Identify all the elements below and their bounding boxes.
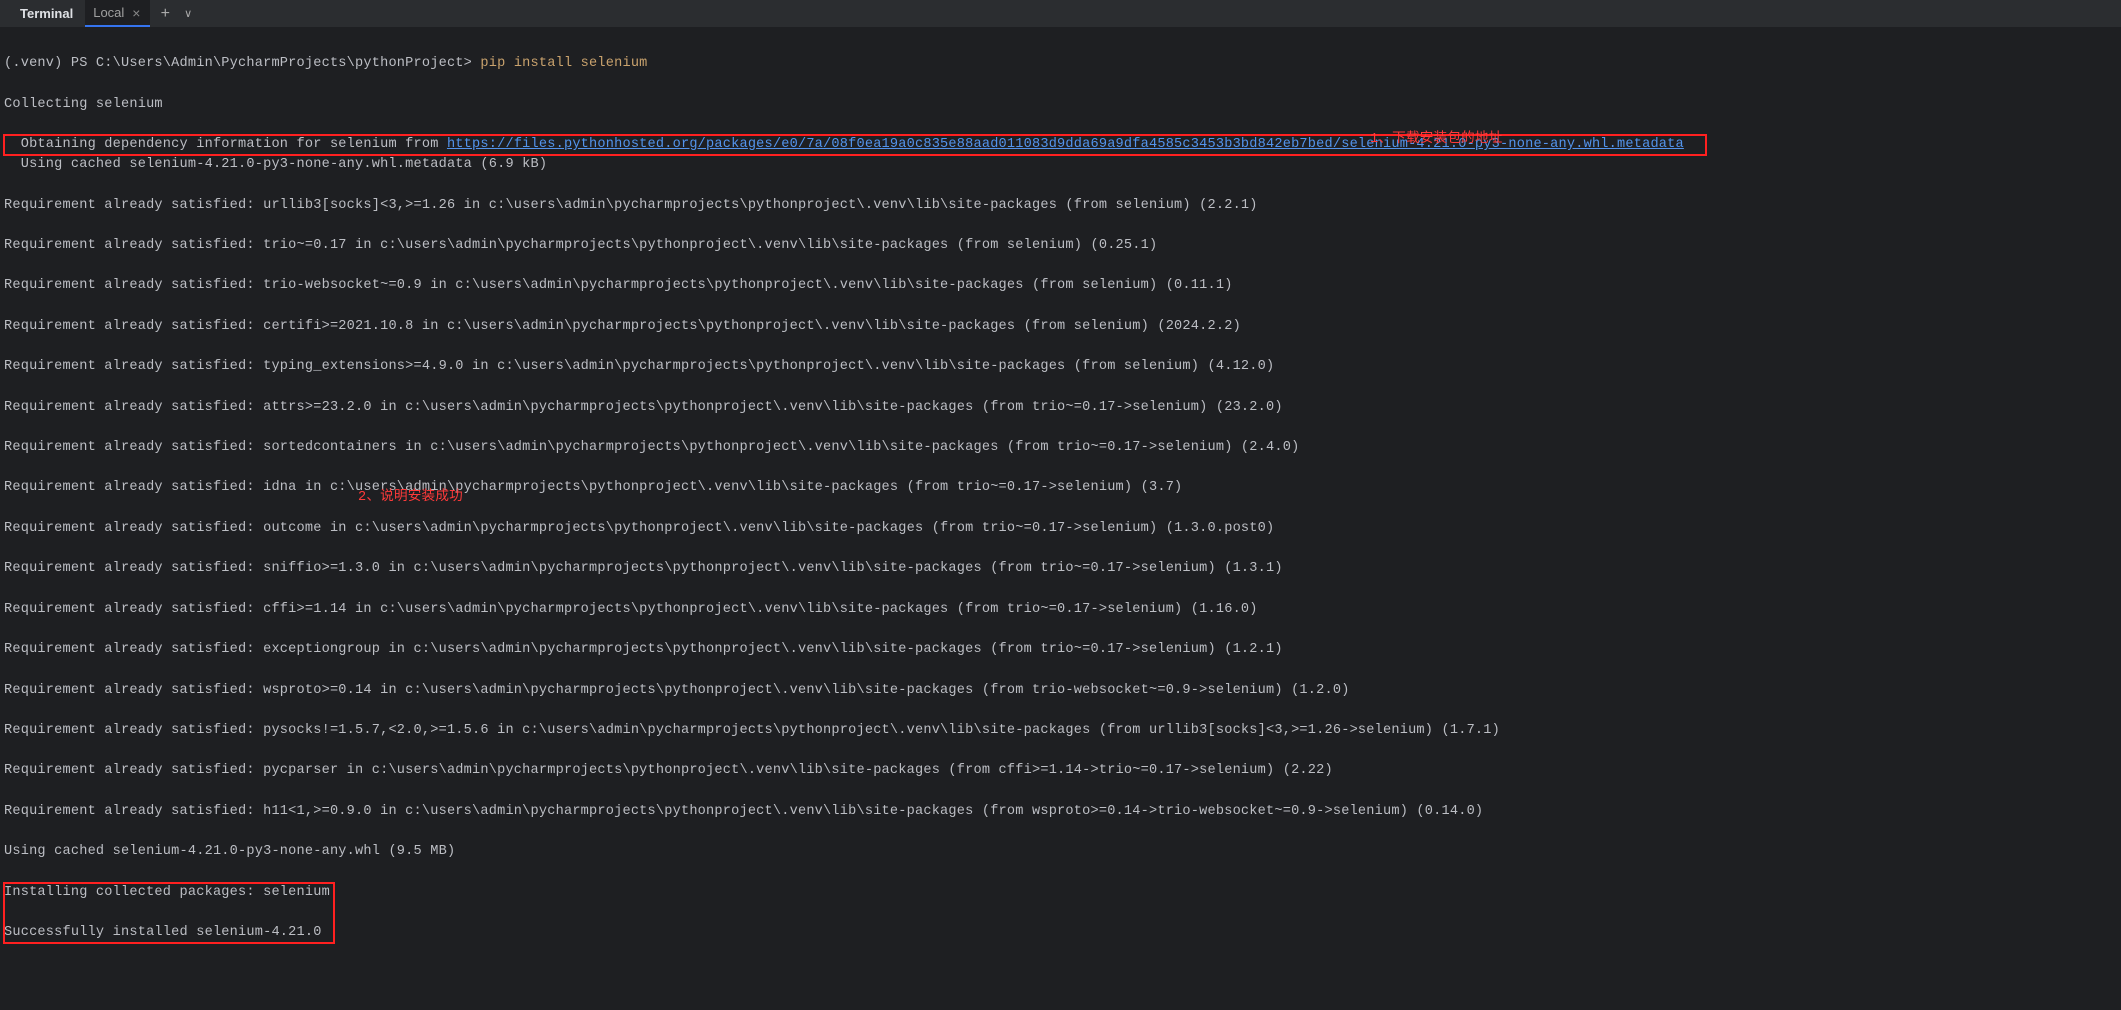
obtaining-prefix: Obtaining dependency information for sel…: [4, 137, 447, 152]
close-icon[interactable]: ×: [130, 5, 142, 21]
out-req-2: Requirement already satisfied: trio-webs…: [4, 276, 2117, 296]
out-req-12: Requirement already satisfied: wsproto>=…: [4, 681, 2117, 701]
out-req-1: Requirement already satisfied: trio~=0.1…: [4, 236, 2117, 256]
out-req-6: Requirement already satisfied: sortedcon…: [4, 438, 2117, 458]
out-collecting: Collecting selenium: [4, 95, 2117, 115]
command-text: pip install selenium: [480, 56, 647, 71]
out-cached-meta: Using cached selenium-4.21.0-py3-none-an…: [4, 155, 2117, 175]
out-req-3: Requirement already satisfied: certifi>=…: [4, 317, 2117, 337]
out-cached-whl: Using cached selenium-4.21.0-py3-none-an…: [4, 842, 2117, 862]
out-req-8: Requirement already satisfied: outcome i…: [4, 519, 2117, 539]
panel-title: Terminal: [8, 6, 85, 21]
out-req-9: Requirement already satisfied: sniffio>=…: [4, 559, 2117, 579]
out-req-0: Requirement already satisfied: urllib3[s…: [4, 196, 2117, 216]
tab-dropdown-icon[interactable]: ∨: [180, 7, 196, 21]
out-req-10: Requirement already satisfied: cffi>=1.1…: [4, 600, 2117, 620]
tab-bar: Terminal Local × + ∨: [0, 0, 2121, 28]
out-req-15: Requirement already satisfied: h11<1,>=0…: [4, 802, 2117, 822]
out-req-11: Requirement already satisfied: exception…: [4, 640, 2117, 660]
out-installing: Installing collected packages: selenium: [4, 883, 330, 903]
out-req-13: Requirement already satisfied: pysocks!=…: [4, 721, 2117, 741]
tab-label: Local: [93, 5, 124, 20]
tab-local[interactable]: Local ×: [85, 0, 150, 27]
new-tab-button[interactable]: +: [150, 5, 180, 23]
out-req-4: Requirement already satisfied: typing_ex…: [4, 357, 2117, 377]
prompt-line: (.venv) PS C:\Users\Admin\PycharmProject…: [4, 54, 2117, 74]
out-req-5: Requirement already satisfied: attrs>=23…: [4, 398, 2117, 418]
out-req-7: Requirement already satisfied: idna in c…: [4, 478, 2117, 498]
terminal-output[interactable]: (.venv) PS C:\Users\Admin\PycharmProject…: [0, 28, 2121, 1010]
annotation-1: 1、下载安装包的地址: [1370, 130, 1503, 150]
out-success: Successfully installed selenium-4.21.0: [4, 923, 330, 943]
annotation-2: 2、说明安装成功: [358, 488, 463, 508]
box-install-success: Installing collected packages: selenium …: [4, 883, 334, 944]
prompt-prefix: (.venv) PS C:\Users\Admin\PycharmProject…: [4, 56, 480, 71]
out-req-14: Requirement already satisfied: pycparser…: [4, 761, 2117, 781]
